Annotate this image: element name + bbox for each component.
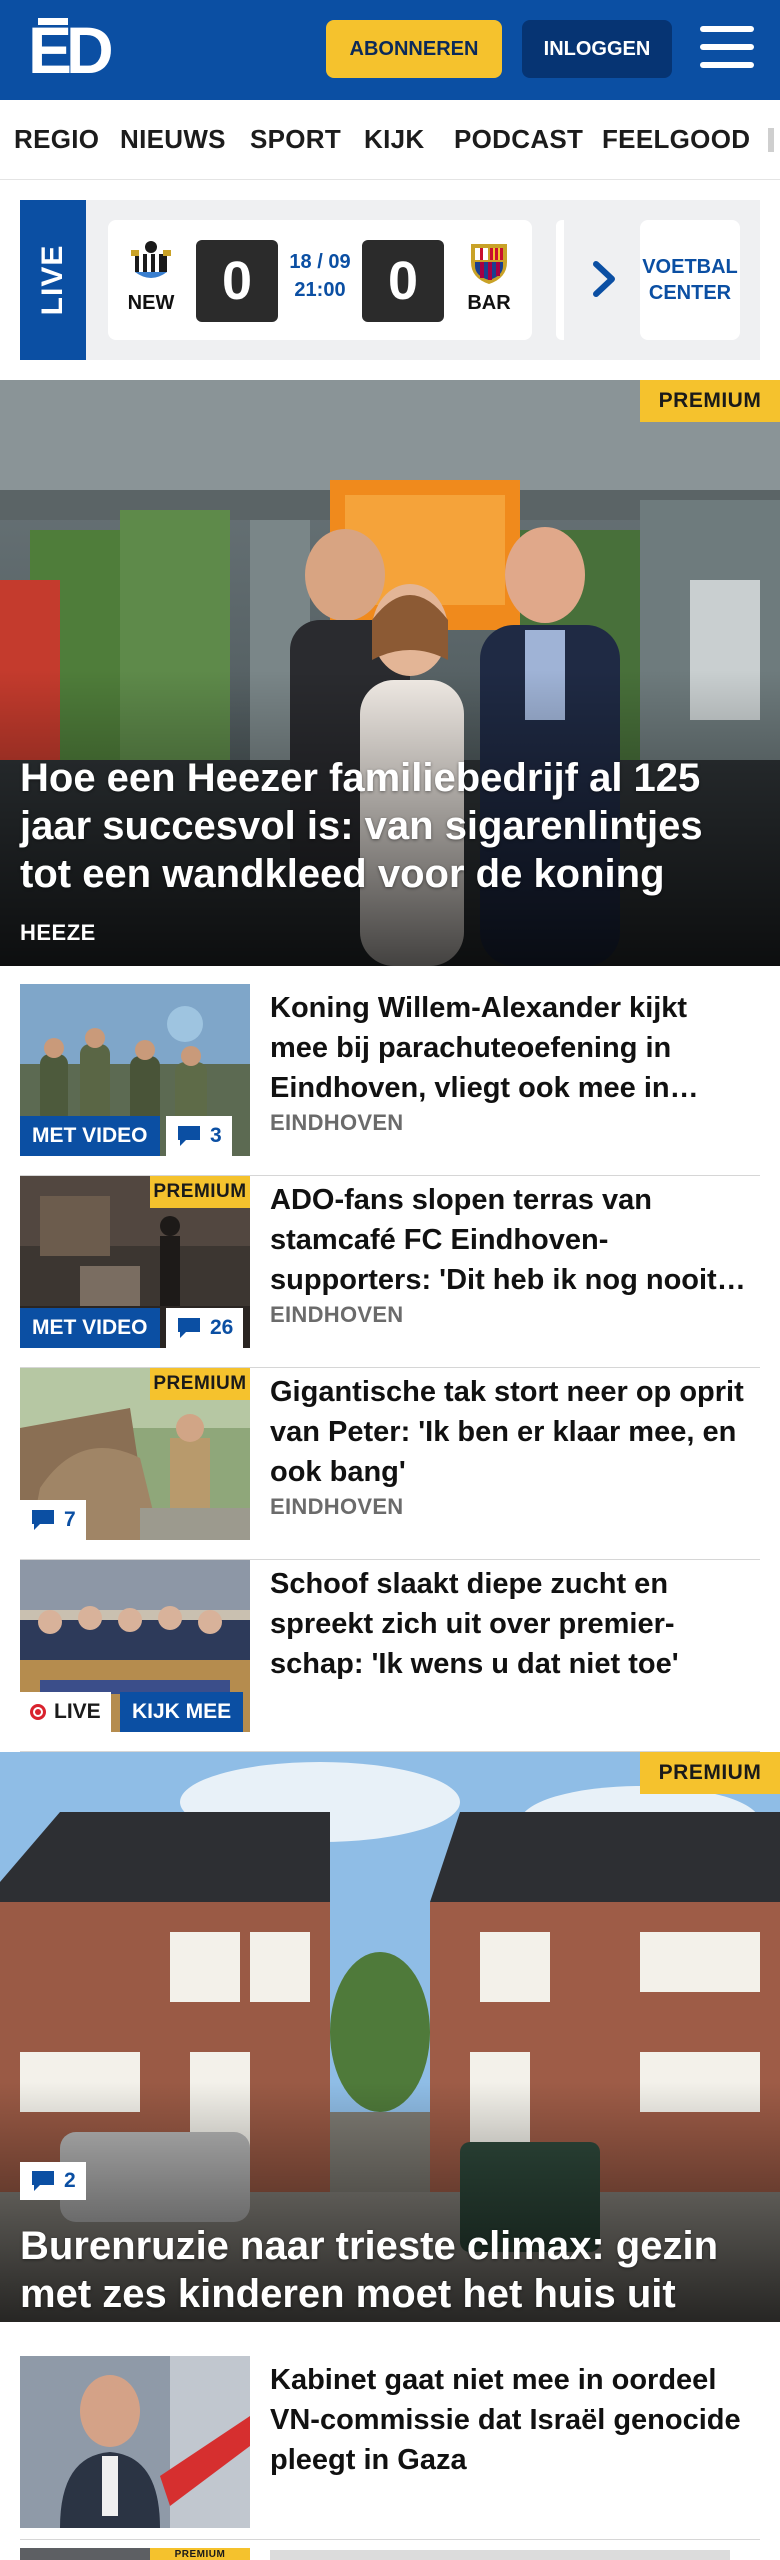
video-badge: MET VIDEO — [20, 1116, 160, 1156]
premium-badge: PREMIUM — [150, 1368, 250, 1400]
logo-text: ED — [28, 13, 114, 87]
article-title-partial[interactable] — [270, 2550, 730, 2560]
article-title[interactable]: Schoof slaakt diepe zucht en spreekt zic… — [270, 1564, 750, 1684]
away-score: 0 — [362, 240, 444, 322]
live-tag-label: LIVE — [36, 244, 69, 316]
comments-badge[interactable]: 7 — [20, 1500, 86, 1540]
chevron-right-icon[interactable] — [586, 244, 626, 314]
article-thumbnail-partial[interactable]: PREMIUM — [20, 2548, 250, 2560]
hero-article-heeze[interactable]: PREMIUM Hoe een Heezer familiebedrijf al… — [0, 380, 780, 966]
list-item[interactable]: MET VIDEO 3 Koning Willem-Alexander kijk… — [20, 984, 760, 1176]
subscribe-button[interactable]: ABONNEREN — [326, 20, 502, 78]
live-dot-icon — [30, 1704, 46, 1720]
premium-badge: PREMIUM — [640, 1752, 780, 1794]
match-card[interactable]: NEW 0 18 / 09 21:00 0 BAR — [108, 220, 532, 340]
away-team-abbr: BAR — [467, 292, 511, 314]
comment-count: 26 — [210, 1316, 234, 1339]
article-title[interactable]: Koning Willem-Alexander kijkt mee bij pa… — [270, 988, 750, 1108]
article-location: EINDHOVEN — [270, 1302, 404, 1327]
article-thumbnail — [20, 2356, 250, 2528]
premium-badge: PREMIUM — [640, 380, 780, 422]
match-time: 21:00 — [294, 279, 346, 301]
nav-item-podcast[interactable]: PODCAST — [454, 124, 583, 155]
watch-live-button[interactable]: KIJK MEE — [120, 1692, 244, 1732]
comments-badge[interactable]: 26 — [166, 1308, 244, 1348]
barcelona-crest-icon — [465, 238, 513, 286]
next-match-card-edge[interactable] — [556, 220, 564, 340]
live-label: LIVE — [54, 1700, 101, 1723]
article-thumbnail: PREMIUM MET VIDEO 26 — [20, 1176, 250, 1348]
article-location: EINDHOVEN — [270, 1494, 404, 1519]
list-item[interactable]: PREMIUM MET VIDEO 26 ADO-fans slopen ter… — [20, 1176, 760, 1368]
newcastle-crest-icon — [127, 238, 175, 286]
section-nav: REGIO NIEUWS SPORT KIJK PODCAST FEELGOOD — [0, 100, 780, 180]
comment-icon — [32, 1510, 54, 1530]
voetbal-center-link[interactable]: VOETBAL CENTER — [640, 220, 740, 340]
home-team-abbr: NEW — [127, 292, 175, 314]
comment-count: 7 — [64, 1508, 76, 1531]
live-scores-widget: LIVE NEW 0 18 / 09 21:00 0 BAR VOETBAL C… — [20, 200, 760, 360]
comments-badge[interactable]: 3 — [166, 1116, 232, 1156]
article-title[interactable]: ADO-fans slopen terras van stamcafé FC E… — [270, 1180, 750, 1300]
list-item[interactable]: Kabinet gaat niet mee in oordeel VN-comm… — [20, 2356, 760, 2540]
list-item[interactable]: LIVE KIJK MEE Schoof slaakt diepe zucht … — [20, 1560, 760, 1752]
nav-item-sport[interactable]: SPORT — [250, 124, 341, 155]
live-tag: LIVE — [20, 200, 86, 360]
site-header: ED ABONNEREN INLOGGEN — [0, 0, 780, 100]
comments-badge[interactable]: 2 — [20, 2162, 86, 2200]
nav-overflow-hint — [768, 128, 774, 152]
nav-item-feelgood[interactable]: FEELGOOD — [602, 124, 750, 155]
away-team: BAR — [456, 238, 522, 315]
hero-title[interactable]: Burenruzie naar trieste climax: gezin me… — [20, 2222, 740, 2318]
comment-count: 2 — [64, 2169, 76, 2192]
comment-icon — [178, 1126, 200, 1146]
article-thumbnail: MET VIDEO 3 — [20, 984, 250, 1156]
ed-logo[interactable]: ED — [28, 13, 116, 87]
article-thumbnail: PREMIUM 7 — [20, 1368, 250, 1540]
match-date: 18 / 09 — [289, 251, 351, 273]
login-button[interactable]: INLOGGEN — [522, 20, 672, 78]
premium-badge: PREMIUM — [150, 1176, 250, 1208]
hero-title[interactable]: Hoe een Heezer familiebedrijf al 125 jaa… — [20, 754, 740, 898]
nav-item-regio[interactable]: REGIO — [14, 124, 99, 155]
video-badge: MET VIDEO — [20, 1308, 160, 1348]
article-title[interactable]: Kabinet gaat niet mee in oordeel VN-comm… — [270, 2360, 750, 2480]
comment-count: 3 — [210, 1124, 222, 1147]
home-score: 0 — [196, 240, 278, 322]
home-team: NEW — [118, 238, 184, 315]
article-thumbnail: LIVE KIJK MEE — [20, 1560, 250, 1732]
list-item[interactable]: PREMIUM 7 Gigantische tak stort neer op … — [20, 1368, 760, 1560]
nav-item-nieuws[interactable]: NIEUWS — [120, 124, 226, 155]
comment-icon — [178, 1318, 200, 1338]
live-badge: LIVE — [20, 1692, 111, 1732]
article-location: EINDHOVEN — [270, 1110, 404, 1135]
hamburger-menu-icon[interactable] — [700, 24, 754, 70]
article-title[interactable]: Gigantische tak stort neer op oprit van … — [270, 1372, 750, 1492]
nav-item-kijk[interactable]: KIJK — [364, 124, 424, 155]
hero-article-burenruzie[interactable]: PREMIUM 2 Burenruzie naar trieste climax… — [0, 1752, 780, 2322]
comment-icon — [32, 2171, 54, 2191]
match-datetime: 18 / 09 21:00 — [280, 248, 360, 304]
premium-badge: PREMIUM — [150, 2548, 250, 2560]
hero-location: HEEZE — [20, 920, 96, 945]
